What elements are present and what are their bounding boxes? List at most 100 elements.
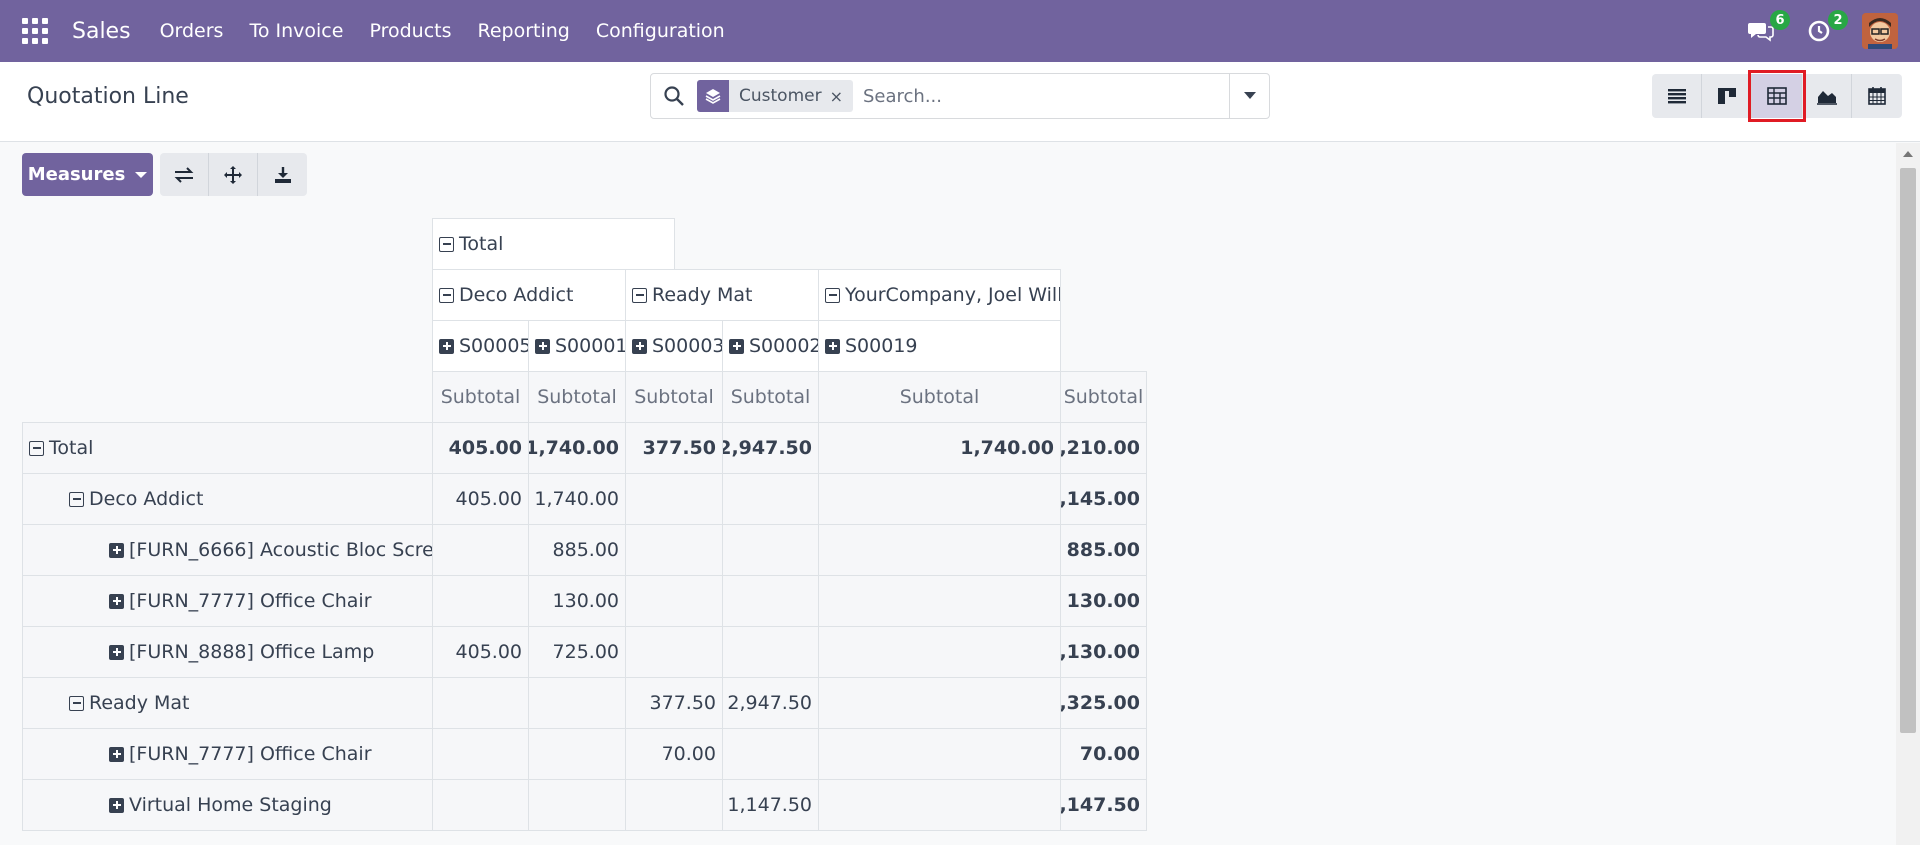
row-header[interactable]: [FURN_7777] Office Chair [22, 575, 433, 627]
menu-to-invoice[interactable]: To Invoice [249, 20, 343, 42]
pivot-cell[interactable]: 885.00 [528, 524, 626, 576]
col-header-order[interactable]: S00005 [432, 320, 529, 372]
graph-view-button[interactable] [1802, 74, 1852, 118]
pivot-cell[interactable]: 885.00 [1060, 524, 1147, 576]
activities-button[interactable]: 2 [1804, 10, 1848, 46]
pivot-cell[interactable] [818, 626, 1061, 678]
pivot-cell[interactable] [625, 626, 723, 678]
pivot-view-button[interactable] [1748, 70, 1806, 122]
pivot-cell[interactable] [722, 575, 819, 627]
pivot-cell[interactable] [625, 779, 723, 831]
facet-remove-icon[interactable]: × [830, 87, 853, 106]
facet-label: Customer [739, 86, 822, 106]
measure-header[interactable]: Subtotal [818, 371, 1061, 423]
pivot-cell[interactable]: 70.00 [1060, 728, 1147, 780]
row-label: Virtual Home Staging [129, 794, 332, 816]
list-view-button[interactable] [1652, 74, 1702, 118]
expand-all-button[interactable] [209, 153, 258, 196]
pivot-cell[interactable] [528, 779, 626, 831]
menu-configuration[interactable]: Configuration [596, 20, 725, 42]
pivot-cell[interactable]: 130.00 [1060, 575, 1147, 627]
pivot-cell[interactable]: 7,210.00 [1060, 422, 1147, 474]
row-header[interactable]: Total [22, 422, 433, 474]
pivot-cell[interactable] [432, 677, 529, 729]
pivot-cell[interactable]: 405.00 [432, 422, 529, 474]
pivot-cell[interactable]: 1,147.50 [1060, 779, 1147, 831]
pivot-cell[interactable]: 377.50 [625, 677, 723, 729]
download-button[interactable] [258, 153, 307, 196]
col-header-order[interactable]: S00003 [625, 320, 723, 372]
user-avatar[interactable] [1862, 13, 1898, 49]
pivot-cell[interactable] [818, 473, 1061, 525]
pivot-cell[interactable] [625, 473, 723, 525]
pivot-cell[interactable]: 3,325.00 [1060, 677, 1147, 729]
scroll-up-arrow-icon[interactable] [1903, 151, 1913, 157]
row-header[interactable]: [FURN_8888] Office Lamp [22, 626, 433, 678]
pivot-cell[interactable] [432, 779, 529, 831]
pivot-cell[interactable] [818, 677, 1061, 729]
col-header-order[interactable]: S00002 [722, 320, 819, 372]
col-header-order[interactable]: S00019 [818, 320, 1061, 372]
pivot-cell[interactable]: 2,145.00 [1060, 473, 1147, 525]
scroll-thumb[interactable] [1900, 168, 1916, 733]
col-header-total[interactable]: Total [432, 218, 675, 270]
pivot-cell[interactable] [528, 728, 626, 780]
menu-products[interactable]: Products [369, 20, 451, 42]
apps-menu-icon[interactable] [22, 18, 48, 44]
measure-header[interactable]: Subtotal [528, 371, 626, 423]
pivot-cell[interactable] [818, 779, 1061, 831]
app-brand[interactable]: Sales [72, 19, 131, 44]
pivot-cell[interactable] [432, 575, 529, 627]
pivot-cell[interactable]: 1,130.00 [1060, 626, 1147, 678]
pivot-cell[interactable] [722, 728, 819, 780]
pivot-cell[interactable] [625, 524, 723, 576]
pivot-cell[interactable] [818, 524, 1061, 576]
pivot-cell[interactable] [432, 524, 529, 576]
page-scrollbar[interactable] [1896, 143, 1920, 845]
col-header-ready-mat[interactable]: Ready Mat [625, 269, 819, 321]
search-input[interactable] [862, 85, 1223, 107]
pivot-cell[interactable]: 2,947.50 [722, 422, 819, 474]
pivot-cell[interactable] [722, 626, 819, 678]
measures-dropdown-button[interactable]: Measures [22, 153, 153, 196]
menu-reporting[interactable]: Reporting [478, 20, 570, 42]
pivot-cell[interactable]: 2,947.50 [722, 677, 819, 729]
col-header-deco-addict[interactable]: Deco Addict [432, 269, 626, 321]
row-header[interactable]: Ready Mat [22, 677, 433, 729]
pivot-cell[interactable]: 1,740.00 [528, 422, 626, 474]
menu-orders[interactable]: Orders [160, 20, 224, 42]
pivot-cell[interactable]: 130.00 [528, 575, 626, 627]
pivot-cell[interactable] [722, 524, 819, 576]
pivot-cell[interactable] [528, 677, 626, 729]
pivot-cell[interactable] [818, 728, 1061, 780]
measure-header[interactable]: Subtotal [722, 371, 819, 423]
row-header[interactable]: [FURN_7777] Office Chair [22, 728, 433, 780]
col-header-yourcompany[interactable]: YourCompany, Joel Willis [818, 269, 1061, 321]
pivot-cell[interactable] [432, 728, 529, 780]
pivot-cell[interactable]: 70.00 [625, 728, 723, 780]
pivot-cell[interactable]: 1,740.00 [818, 422, 1061, 474]
measure-header[interactable]: Subtotal [625, 371, 723, 423]
pivot-cell[interactable]: 1,740.00 [528, 473, 626, 525]
messages-button[interactable]: 6 [1746, 10, 1790, 46]
calendar-view-button[interactable] [1852, 74, 1902, 118]
pivot-cell[interactable] [625, 575, 723, 627]
row-header[interactable]: Virtual Home Staging [22, 779, 433, 831]
pivot-cell[interactable]: 377.50 [625, 422, 723, 474]
pivot-cell[interactable] [722, 473, 819, 525]
flip-axis-button[interactable] [160, 153, 209, 196]
row-header[interactable]: Deco Addict [22, 473, 433, 525]
row-header[interactable]: [FURN_6666] Acoustic Bloc Screens [22, 524, 433, 576]
kanban-view-button[interactable] [1702, 74, 1752, 118]
kanban-icon [1717, 88, 1736, 104]
search-options-toggle[interactable] [1229, 74, 1269, 118]
pivot-cell[interactable]: 405.00 [432, 473, 529, 525]
col-header-order[interactable]: S00001 [528, 320, 626, 372]
measure-header[interactable]: Subtotal [432, 371, 529, 423]
pivot-cell[interactable]: 725.00 [528, 626, 626, 678]
pivot-cell[interactable]: 1,147.50 [722, 779, 819, 831]
pivot-cell[interactable] [818, 575, 1061, 627]
pivot-cell[interactable]: 405.00 [432, 626, 529, 678]
area-chart-icon [1816, 91, 1837, 105]
measure-header[interactable]: Subtotal [1060, 371, 1147, 423]
